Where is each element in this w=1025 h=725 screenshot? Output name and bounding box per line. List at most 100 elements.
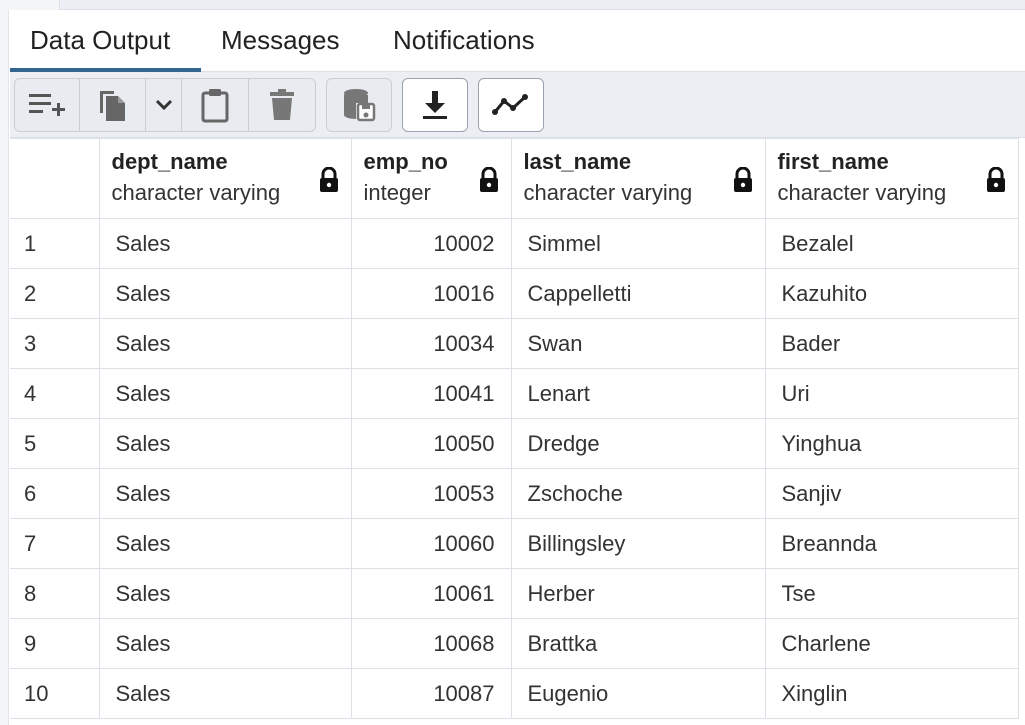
table-row[interactable]: 4 Sales 10041 Lenart Uri [10, 368, 1019, 419]
cell-first-name[interactable]: Kazuhito [764, 268, 1019, 319]
row-number[interactable]: 6 [10, 468, 100, 519]
cell-dept-name[interactable]: Sales [98, 518, 352, 569]
add-row-button[interactable] [14, 78, 80, 132]
column-type: character varying [523, 180, 693, 205]
data-grid: dept_name character varying emp_no integ… [10, 138, 1025, 725]
cell-emp-no[interactable]: 10016 [350, 268, 512, 319]
cell-first-name[interactable]: Sanjiv [764, 468, 1019, 519]
column-header-first-name[interactable]: first_name character varying [764, 138, 1019, 219]
delete-icon [270, 89, 294, 120]
cell-last-name[interactable]: Cappelletti [510, 268, 766, 319]
row-number[interactable]: 10 [10, 668, 100, 719]
cell-dept-name[interactable]: Sales [98, 418, 352, 469]
cell-dept-name[interactable]: Sales [98, 618, 352, 669]
cell-dept-name[interactable]: Sales [98, 368, 352, 419]
cell-first-name[interactable]: Tse [764, 568, 1019, 619]
copy-options-dropdown[interactable] [145, 78, 182, 132]
delete-button[interactable] [248, 78, 316, 132]
graph-icon [492, 94, 528, 115]
save-data-icon [344, 89, 376, 122]
download-button[interactable] [402, 78, 468, 132]
table-row[interactable]: 2 Sales 10016 Cappelletti Kazuhito [10, 268, 1019, 319]
cell-first-name[interactable]: Yinghua [764, 418, 1019, 469]
output-tabbar: Data Output Messages Notifications [10, 10, 1025, 73]
row-number[interactable]: 4 [10, 368, 100, 419]
row-number[interactable]: 9 [10, 618, 100, 669]
column-name: dept_name [111, 149, 228, 174]
header-row: dept_name character varying emp_no integ… [10, 138, 1019, 219]
cell-last-name[interactable]: Brattka [510, 618, 766, 669]
cell-last-name[interactable]: Dredge [510, 418, 766, 469]
paste-button[interactable] [181, 78, 249, 132]
top-panel-segment [0, 0, 60, 10]
cell-last-name[interactable]: Simmel [510, 218, 766, 269]
lock-icon [319, 167, 338, 192]
tab-data-output[interactable]: Data Output [10, 10, 201, 73]
copy-button[interactable] [79, 78, 146, 132]
cell-dept-name[interactable]: Sales [98, 668, 352, 719]
cell-emp-no[interactable]: 10002 [350, 218, 512, 269]
row-number-header[interactable] [10, 138, 100, 219]
cell-dept-name[interactable]: Sales [98, 568, 352, 619]
cell-first-name[interactable]: Uri [764, 368, 1019, 419]
row-number[interactable]: 2 [10, 268, 100, 319]
graph-visualiser-button[interactable] [478, 78, 544, 132]
column-type: character varying [111, 180, 281, 205]
table-row[interactable]: 7 Sales 10060 Billingsley Breannda [10, 518, 1019, 569]
add-row-icon [29, 94, 65, 116]
column-header-dept-name[interactable]: dept_name character varying [98, 138, 352, 219]
lock-icon [986, 167, 1005, 192]
chevron-down-icon [155, 99, 172, 111]
top-panel-strip [0, 0, 1025, 10]
cell-last-name[interactable]: Eugenio [510, 668, 766, 719]
row-number[interactable]: 7 [10, 518, 100, 569]
column-name: first_name [777, 149, 889, 174]
table-row[interactable]: 5 Sales 10050 Dredge Yinghua [10, 418, 1019, 469]
table-row[interactable]: 10 Sales 10087 Eugenio Xinglin [10, 668, 1019, 719]
download-icon [423, 91, 447, 119]
row-number[interactable]: 5 [10, 418, 100, 469]
column-header-emp-no[interactable]: emp_no integer [350, 138, 512, 219]
column-header-last-name[interactable]: last_name character varying [510, 138, 766, 219]
cell-last-name[interactable]: Billingsley [510, 518, 766, 569]
cell-emp-no[interactable]: 10041 [350, 368, 512, 419]
cell-emp-no[interactable]: 10068 [350, 618, 512, 669]
paste-icon [201, 89, 229, 123]
table-row[interactable]: 9 Sales 10068 Brattka Charlene [10, 618, 1019, 669]
cell-last-name[interactable]: Herber [510, 568, 766, 619]
table-row[interactable]: 3 Sales 10034 Swan Bader [10, 318, 1019, 369]
cell-last-name[interactable]: Zschoche [510, 468, 766, 519]
cell-dept-name[interactable]: Sales [98, 218, 352, 269]
cell-last-name[interactable]: Lenart [510, 368, 766, 419]
copy-icon [99, 91, 125, 121]
row-number[interactable]: 1 [10, 218, 100, 269]
table-row[interactable]: 1 Sales 10002 Simmel Bezalel [10, 218, 1019, 269]
result-toolbar [10, 72, 1025, 138]
cell-emp-no[interactable]: 10034 [350, 318, 512, 369]
cell-first-name[interactable]: Xinglin [764, 668, 1019, 719]
row-number[interactable]: 8 [10, 568, 100, 619]
cell-dept-name[interactable]: Sales [98, 318, 352, 369]
row-number[interactable]: 3 [10, 318, 100, 369]
table-row[interactable]: 8 Sales 10061 Herber Tse [10, 568, 1019, 619]
cell-first-name[interactable]: Bader [764, 318, 1019, 369]
cell-first-name[interactable]: Bezalel [764, 218, 1019, 269]
tab-messages[interactable]: Messages [201, 10, 360, 72]
cell-dept-name[interactable]: Sales [98, 268, 352, 319]
cell-emp-no[interactable]: 10087 [350, 668, 512, 719]
cell-emp-no[interactable]: 10060 [350, 518, 512, 569]
cell-first-name[interactable]: Breannda [764, 518, 1019, 569]
cell-last-name[interactable]: Swan [510, 318, 766, 369]
cell-emp-no[interactable]: 10050 [350, 418, 512, 469]
lock-icon [479, 167, 498, 192]
cell-emp-no[interactable]: 10053 [350, 468, 512, 519]
column-type: character varying [777, 180, 947, 205]
cell-first-name[interactable]: Charlene [764, 618, 1019, 669]
cell-dept-name[interactable]: Sales [98, 468, 352, 519]
save-data-button[interactable] [326, 78, 392, 132]
column-name: last_name [523, 149, 632, 174]
tab-notifications[interactable]: Notifications [373, 10, 555, 72]
table-row[interactable]: 6 Sales 10053 Zschoche Sanjiv [10, 468, 1019, 519]
lock-icon [733, 167, 752, 192]
cell-emp-no[interactable]: 10061 [350, 568, 512, 619]
